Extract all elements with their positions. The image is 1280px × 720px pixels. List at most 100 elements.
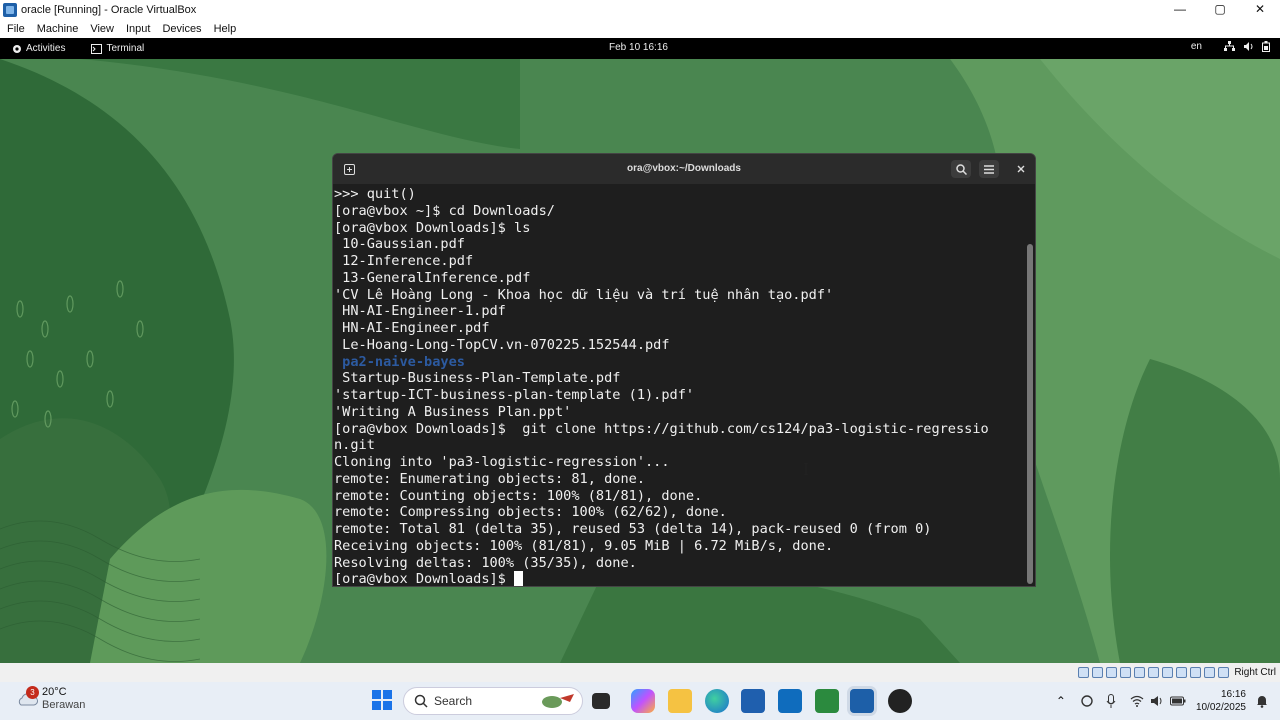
wifi-icon[interactable]	[1130, 695, 1144, 707]
notification-badge: 3	[26, 686, 39, 699]
activities-label: Activities	[26, 43, 66, 54]
weather-desc: Berawan	[42, 699, 86, 711]
taskbar-time: 16:16	[1220, 689, 1246, 700]
microphone-icon[interactable]	[1106, 694, 1116, 708]
terminal-line: remote: Enumerating objects: 81, done.	[334, 470, 645, 487]
menu-machine[interactable]: Machine	[37, 23, 79, 35]
guest-screen: Activities Terminal Feb 10 16:16 en ora@…	[0, 38, 1280, 663]
chevron-up-icon[interactable]: ⌃	[1056, 694, 1066, 708]
weather-widget[interactable]: 3 20°C Berawan	[16, 686, 85, 712]
terminal-line: remote: Counting objects: 100% (81/81), …	[334, 487, 703, 504]
host-menubar: File Machine View Input Devices Help	[0, 19, 1280, 38]
taskbar-clock[interactable]: 16:16 10/02/2025	[1196, 688, 1246, 714]
weather-temp: 20°C	[42, 686, 67, 698]
host-key-label: Right Ctrl	[1234, 667, 1276, 678]
terminal-line: n.git	[334, 437, 375, 454]
terminal-line: Receiving objects: 100% (81/81), 9.05 Mi…	[334, 537, 834, 554]
task-view-icon[interactable]	[592, 693, 610, 709]
obs-icon[interactable]	[888, 689, 912, 713]
taskbar-search-box[interactable]: Search	[403, 687, 583, 715]
sync-icon[interactable]	[1080, 694, 1094, 708]
terminal-line: HN-AI-Engineer.pdf	[334, 320, 490, 336]
terminal-line: [ora@vbox Downloads]$ ls	[334, 219, 531, 236]
terminal-prompt: [ora@vbox Downloads]$	[334, 571, 515, 587]
microsoft-store-icon[interactable]	[741, 689, 765, 713]
mouse-integration-icon[interactable]	[1204, 667, 1216, 678]
search-icon	[414, 694, 428, 708]
terminal-line: 'startup-ICT-business-plan-template (1).…	[334, 387, 695, 403]
search-highlight-icon	[542, 694, 574, 708]
minimize-button[interactable]: —	[1160, 0, 1200, 19]
copilot-icon[interactable]	[631, 689, 655, 713]
terminal-line: HN-AI-Engineer-1.pdf	[334, 303, 506, 320]
terminal-line: [ora@vbox ~]$ cd Downloads/	[334, 202, 555, 219]
terminal-title: ora@vbox:~/Downloads	[627, 163, 741, 174]
close-button[interactable]: ✕	[1240, 0, 1280, 19]
activities-icon	[13, 44, 21, 53]
system-menu[interactable]: en	[1191, 41, 1270, 52]
display-icon[interactable]	[1162, 667, 1174, 678]
battery-icon[interactable]	[1169, 695, 1186, 707]
terminal-window[interactable]: ora@vbox:~/Downloads >>> quit() [ora@vbox…	[332, 153, 1036, 587]
keyboard-icon[interactable]	[1218, 667, 1230, 678]
terminal-line: Le-Hoang-Long-TopCV.vn-070225.152544.pdf	[334, 336, 670, 353]
windows-start-icon[interactable]	[371, 689, 395, 713]
menu-view[interactable]: View	[90, 23, 114, 35]
terminal-cursor	[514, 571, 524, 586]
usb-icon[interactable]	[1134, 667, 1146, 678]
virtualbox-taskbar-icon[interactable]	[850, 689, 874, 713]
hamburger-menu-button[interactable]	[979, 160, 999, 178]
menu-help[interactable]: Help	[214, 23, 237, 35]
text-cursor-icon	[804, 463, 808, 475]
shared-folders-icon[interactable]	[1148, 667, 1160, 678]
terminal-output[interactable]: >>> quit() [ora@vbox ~]$ cd Downloads/[or…	[333, 184, 1035, 587]
outlook-icon[interactable]	[778, 689, 802, 713]
taskbar-date: 10/02/2025	[1195, 702, 1246, 713]
virtualbox-icon	[3, 2, 17, 17]
terminal-scrollbar[interactable]	[1027, 244, 1033, 584]
file-explorer-icon[interactable]	[668, 689, 692, 713]
terminal-close-button[interactable]	[1011, 160, 1031, 178]
terminal-prompt-line[interactable]: [ora@vbox Downloads]$	[334, 571, 1035, 587]
terminal-line: Resolving deltas: 100% (35/35), done.	[334, 554, 637, 571]
terminal-line: >>> quit()	[334, 186, 416, 202]
terminal-headerbar: ora@vbox:~/Downloads	[333, 154, 1035, 184]
network-adapter-icon[interactable]	[1120, 667, 1132, 678]
menu-input[interactable]: Input	[126, 23, 150, 35]
terminal-line: 10-Gaussian.pdf	[334, 236, 465, 253]
host-window-title: oracle [Running] - Oracle VirtualBox	[21, 3, 197, 16]
terminal-line: Cloning into 'pa3-logistic-regression'..…	[334, 454, 670, 470]
recording-icon[interactable]	[1176, 667, 1188, 678]
hdd-icon[interactable]	[1078, 667, 1090, 678]
notification-bell-icon[interactable]	[1256, 694, 1268, 708]
maximize-button[interactable]: ▢	[1200, 0, 1240, 19]
volume-icon	[1244, 42, 1253, 51]
terminal-line: 'Writing A Business Plan.ppt'	[334, 403, 572, 420]
terminal-line: remote: Compressing objects: 100% (62/62…	[334, 504, 727, 521]
hamburger-icon	[984, 164, 994, 174]
vbox-status-bar: Right Ctrl	[0, 663, 1280, 682]
terminal-line-directory: pa2-naive-bayes	[334, 353, 465, 370]
network-icon	[1224, 41, 1235, 51]
search-placeholder: Search	[434, 694, 473, 708]
speaker-icon[interactable]	[1150, 695, 1164, 707]
terminal-icon	[91, 43, 103, 54]
app-menu-label: Terminal	[106, 43, 145, 54]
edge-icon[interactable]	[705, 689, 729, 713]
terminal-line: [ora@vbox Downloads]$ git clone https://…	[334, 420, 989, 437]
activities-button[interactable]: Activities	[12, 43, 65, 54]
app-menu-terminal[interactable]: Terminal	[91, 43, 144, 54]
audio-icon[interactable]	[1106, 667, 1118, 678]
search-button[interactable]	[951, 160, 971, 178]
vscode-icon[interactable]	[815, 689, 839, 713]
host-titlebar: oracle [Running] - Oracle VirtualBox — ▢…	[0, 0, 1280, 19]
gnome-clock[interactable]: Feb 10 16:16	[609, 42, 668, 53]
window-controls: — ▢ ✕	[1160, 0, 1280, 19]
optical-drive-icon[interactable]	[1092, 667, 1104, 678]
power-icon	[1262, 41, 1270, 52]
lang-indicator[interactable]: en	[1191, 41, 1202, 52]
cpu-icon[interactable]	[1190, 667, 1202, 678]
search-icon	[955, 163, 967, 175]
menu-file[interactable]: File	[7, 23, 25, 35]
menu-devices[interactable]: Devices	[162, 23, 201, 35]
